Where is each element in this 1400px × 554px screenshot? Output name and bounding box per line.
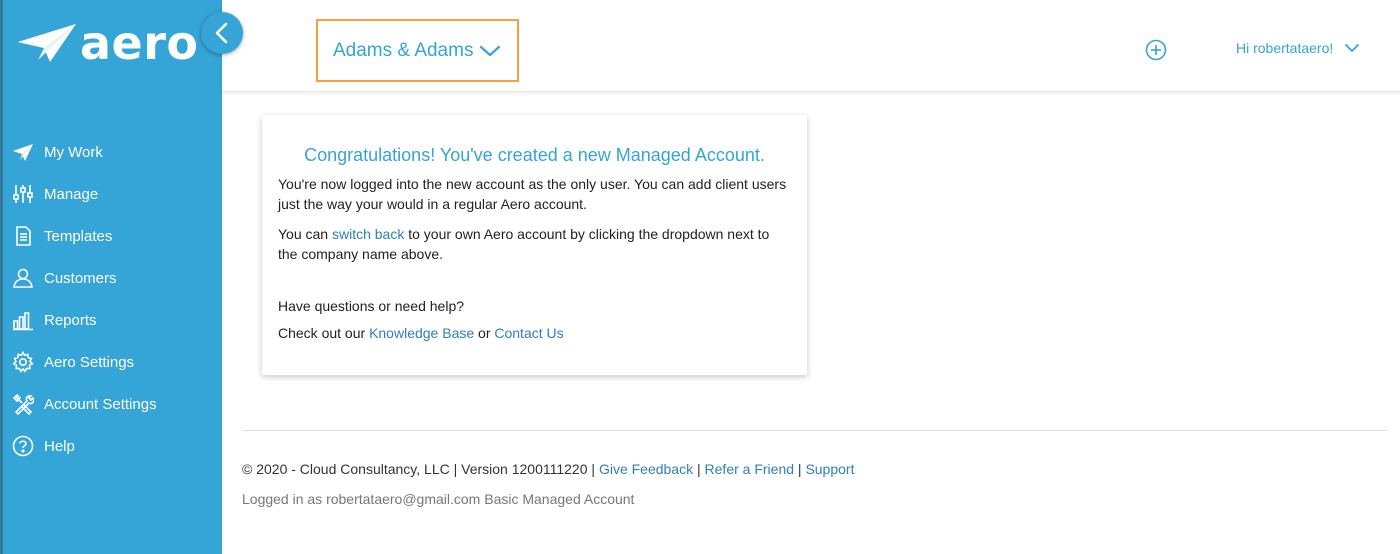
- sliders-icon: [12, 183, 34, 205]
- chevron-down-icon: [480, 45, 501, 56]
- user-icon: [12, 267, 34, 289]
- sidebar-item-aero-settings[interactable]: Aero Settings: [0, 341, 222, 383]
- sidebar-item-templates[interactable]: Templates: [0, 215, 222, 257]
- knowledge-base-link[interactable]: Knowledge Base: [369, 325, 474, 341]
- company-name: Adams & Adams: [333, 39, 474, 61]
- collapse-sidebar-button[interactable]: [201, 12, 243, 54]
- tools-icon: [12, 393, 34, 415]
- switch-text-prefix: You can: [278, 226, 332, 242]
- footer-separator: |: [693, 461, 705, 477]
- chevron-left-icon: [215, 22, 228, 44]
- help-links-line: Check out our Knowledge Base or Contact …: [278, 323, 791, 343]
- footer-divider: [242, 430, 1388, 431]
- sidebar-item-label: Account Settings: [44, 395, 157, 413]
- sidebar-item-customers[interactable]: Customers: [0, 257, 222, 299]
- help-or: or: [474, 325, 495, 341]
- copyright-text: © 2020 - Cloud Consultancy, LLC | Versio…: [242, 461, 599, 477]
- sidebar-item-label: Aero Settings: [44, 353, 135, 371]
- user-menu-dropdown[interactable]: Hi robertataero!: [1236, 40, 1360, 56]
- sidebar-item-help[interactable]: Help: [0, 425, 222, 467]
- sidebar-item-label: My Work: [44, 143, 103, 161]
- sidebar-item-label: Reports: [44, 311, 97, 329]
- contact-us-link[interactable]: Contact Us: [494, 325, 563, 341]
- help-question: Have questions or need help?: [278, 298, 465, 314]
- footer-links: © 2020 - Cloud Consultancy, LLC | Versio…: [242, 461, 854, 477]
- help-icon: [12, 435, 34, 457]
- aero-logo[interactable]: aero: [16, 20, 199, 66]
- paper-plane-logo-icon: [18, 24, 76, 62]
- refer-friend-link[interactable]: Refer a Friend: [705, 461, 794, 477]
- confirmation-card: Congratulations! You've created a new Ma…: [262, 115, 807, 375]
- sidebar-item-reports[interactable]: Reports: [0, 299, 222, 341]
- card-paragraph-intro: You're now logged into the new account a…: [278, 176, 787, 212]
- sidebar-item-manage[interactable]: Manage: [0, 173, 222, 215]
- sidebar-nav: My Work Manage Templates Customers Repor…: [0, 131, 222, 467]
- sidebar-item-label: Manage: [44, 185, 99, 203]
- sidebar-item-label: Help: [44, 437, 75, 455]
- bar-chart-icon: [12, 309, 34, 331]
- footer-separator: |: [794, 461, 806, 477]
- give-feedback-link[interactable]: Give Feedback: [599, 461, 693, 477]
- sidebar-item-my-work[interactable]: My Work: [0, 131, 222, 173]
- sidebar: aero My Work Manage Templates Customers …: [0, 0, 222, 554]
- paper-plane-icon: [12, 141, 34, 163]
- sidebar-item-label: Customers: [44, 269, 117, 287]
- user-greeting: Hi robertataero!: [1236, 40, 1334, 56]
- add-circle-icon[interactable]: [1145, 39, 1167, 61]
- help-prefix: Check out our: [278, 325, 370, 341]
- document-icon: [12, 225, 34, 247]
- switch-back-link[interactable]: switch back: [332, 226, 404, 242]
- logged-in-status: Logged in as robertataero@gmail.com Basi…: [242, 491, 635, 507]
- support-link[interactable]: Support: [805, 461, 854, 477]
- logo-text: aero: [80, 16, 199, 70]
- sidebar-item-account-settings[interactable]: Account Settings: [0, 383, 222, 425]
- company-switcher-dropdown[interactable]: Adams & Adams: [316, 19, 519, 82]
- sidebar-item-label: Templates: [44, 227, 113, 245]
- card-paragraph-switch: You can switch back to your own Aero acc…: [278, 224, 791, 264]
- chevron-down-icon: [1345, 43, 1360, 52]
- gear-icon: [12, 351, 34, 373]
- card-title: Congratulations! You've created a new Ma…: [304, 145, 765, 165]
